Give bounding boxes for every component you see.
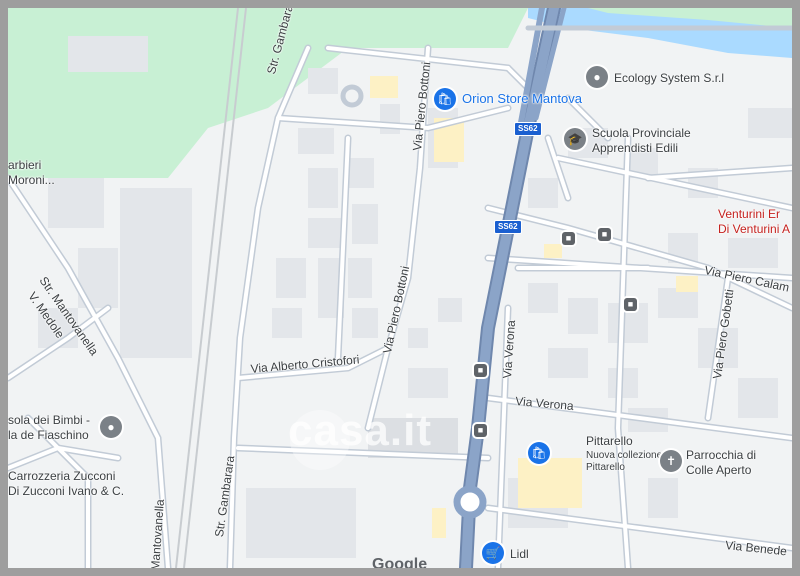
poi-ecology-system[interactable]: Ecology System S.r.l xyxy=(614,71,724,85)
poi-bimbi-line-2[interactable]: la de Fiaschino xyxy=(8,428,89,442)
poi-pittarello-sub-2: Pittarello xyxy=(586,462,625,473)
google-attribution: Google xyxy=(372,556,428,568)
bus-stop-icon[interactable]: ■ xyxy=(474,424,487,437)
roundabout xyxy=(453,485,487,519)
poi-pittarello-sub-1: Nuova collezione xyxy=(586,450,663,461)
poi-venturini-line-1[interactable]: Venturini Er xyxy=(718,207,780,221)
small-roundabout xyxy=(340,84,364,108)
bus-stop-icon[interactable]: ■ xyxy=(562,232,575,245)
poi-bimbi-line-1[interactable]: sola dei Bimbi - xyxy=(8,413,90,427)
poi-scuola-line-1[interactable]: Scuola Provinciale xyxy=(592,126,691,140)
poi-barbieri-line-1[interactable]: arbieri xyxy=(8,158,41,172)
map-pin-icon[interactable]: ● xyxy=(100,416,122,438)
poi-venturini-line-2[interactable]: Di Venturini A xyxy=(718,222,790,236)
bus-stop-icon[interactable]: ■ xyxy=(624,298,637,311)
shopping-bag-icon[interactable]: 🛍 xyxy=(434,88,456,110)
ss62-shield-top: SS62 xyxy=(514,122,542,136)
bus-stop-icon[interactable]: ■ xyxy=(474,364,487,377)
poi-orion-store[interactable]: Orion Store Mantova xyxy=(462,92,582,106)
poi-parrocchia-line-2[interactable]: Colle Aperto xyxy=(686,463,751,477)
church-cross-icon[interactable]: ✝ xyxy=(660,450,682,472)
poi-pittarello[interactable]: Pittarello xyxy=(586,434,633,448)
poi-parrocchia-line-1[interactable]: Parrocchia di xyxy=(686,448,756,462)
bus-stop-icon[interactable]: ■ xyxy=(598,228,611,241)
poi-barbieri-line-2[interactable]: Moroni... xyxy=(8,173,55,187)
map-pin-icon[interactable]: ● xyxy=(586,66,608,88)
casa-watermark: casa.it xyxy=(288,406,432,455)
shopping-bag-icon[interactable]: 🛍 xyxy=(528,442,550,464)
poi-scuola-line-2[interactable]: Apprendisti Edili xyxy=(592,141,678,155)
map-canvas[interactable]: SS62 SS62 🛍 Orion Store Mantova ● Ecolog… xyxy=(8,8,792,568)
poi-carrozzeria-line-2[interactable]: Di Zucconi Ivano & C. xyxy=(8,484,124,498)
shopping-cart-icon[interactable]: 🛒 xyxy=(482,542,504,564)
ss62-shield-mid: SS62 xyxy=(494,220,522,234)
poi-carrozzeria-line-1[interactable]: Carrozzeria Zucconi xyxy=(8,469,115,483)
poi-lidl[interactable]: Lidl xyxy=(510,547,529,561)
school-icon[interactable]: 🎓 xyxy=(564,128,586,150)
